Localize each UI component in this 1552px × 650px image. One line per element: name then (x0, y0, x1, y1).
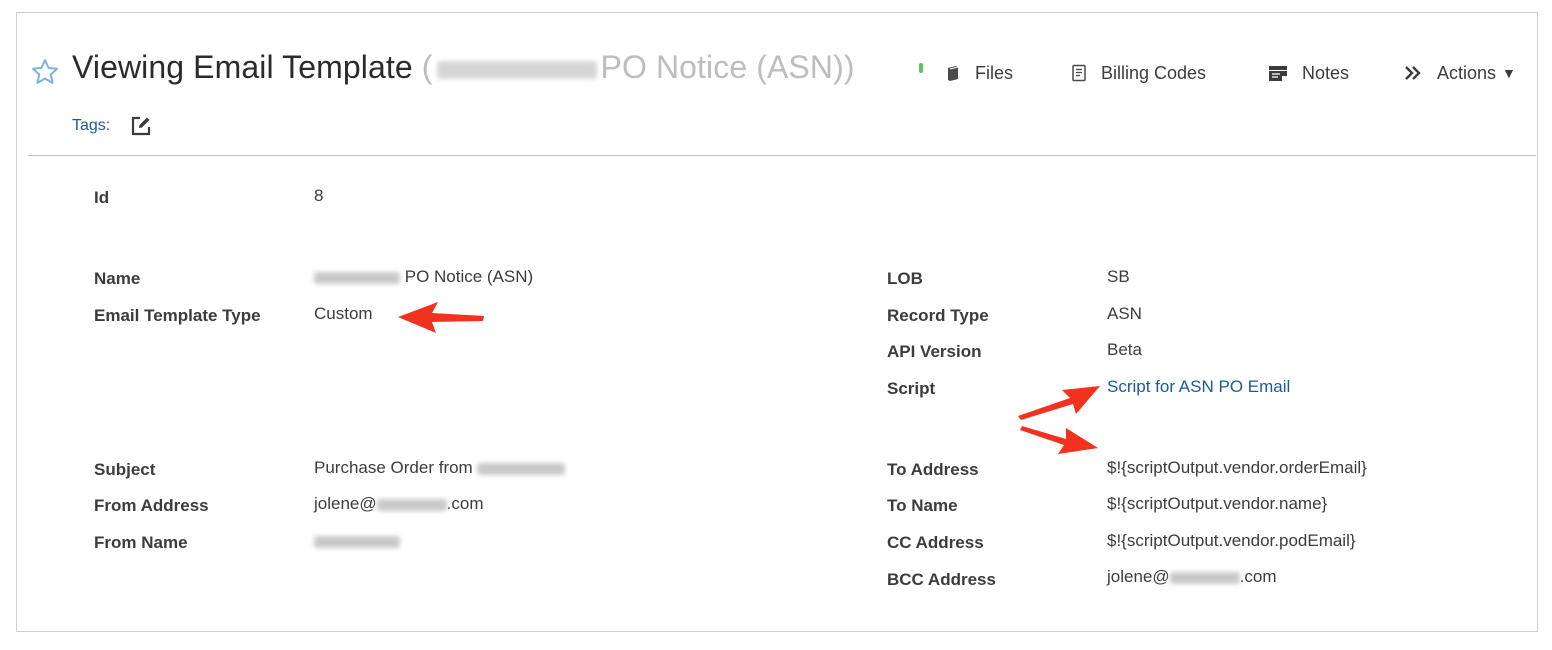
from-address-label: From Address (94, 496, 209, 515)
double-chevron-right-icon (1405, 66, 1421, 80)
name-label: Name (94, 269, 141, 288)
to-address-label: To Address (887, 460, 979, 479)
to-address-value: $!{scriptOutput.vendor.orderEmail} (1107, 458, 1367, 477)
from-name-label: From Name (94, 533, 188, 552)
template-type-label: Email Template Type (94, 306, 261, 325)
api-version-value: Beta (1107, 340, 1142, 359)
script-label: Script (887, 379, 936, 398)
cc-address-label: CC Address (887, 533, 984, 552)
name-value: PO Notice (ASN) (314, 267, 533, 287)
notes-button[interactable]: Notes (1268, 60, 1349, 86)
record-type-value: ASN (1107, 304, 1142, 323)
bcc-address-prefix: jolene@ (1107, 567, 1170, 586)
id-label: Id (94, 188, 110, 207)
billing-codes-label: Billing Codes (1101, 62, 1207, 83)
subtitle-open-paren: ( (421, 49, 433, 85)
page-subtitle: ( PO Notice (ASN)) (422, 49, 855, 85)
api-version-label: API Version (887, 342, 982, 361)
bcc-address-suffix: .com (1239, 567, 1277, 586)
notes-icon (1269, 66, 1287, 81)
redacted-text (376, 498, 447, 511)
redacted-text (314, 271, 400, 284)
page-title-text: Viewing Email Template (72, 49, 413, 85)
redacted-text (436, 60, 597, 79)
files-icon (948, 66, 959, 81)
page-title: Viewing Email Template ( PO Notice (ASN)) (72, 49, 855, 86)
to-name-label: To Name (887, 496, 958, 515)
star-outline-icon[interactable] (30, 57, 60, 87)
redacted-text (314, 535, 400, 548)
template-type-value: Custom (314, 304, 373, 323)
actions-label: Actions (1437, 62, 1497, 83)
subject-value-text: Purchase Order from (314, 458, 473, 477)
lob-value: SB (1107, 267, 1130, 286)
from-address-value: jolene@ .com (314, 494, 483, 514)
id-value: 8 (314, 186, 324, 205)
edit-icon[interactable] (130, 115, 152, 137)
bcc-address-value: jolene@ .com (1107, 567, 1276, 587)
status-indicator (919, 63, 923, 73)
subtitle-text: PO Notice (ASN)) (600, 49, 855, 85)
to-name-value: $!{scriptOutput.vendor.name} (1107, 494, 1328, 513)
lob-label: LOB (887, 269, 923, 288)
script-link[interactable]: Script for ASN PO Email (1107, 377, 1290, 397)
name-value-text: PO Notice (ASN) (404, 267, 534, 286)
header-divider (28, 155, 1536, 156)
tags-row: Tags: (72, 115, 152, 137)
from-name-value (314, 531, 400, 551)
billing-document-icon (1072, 64, 1086, 82)
record-type-label: Record Type (887, 306, 989, 325)
tags-label: Tags: (72, 117, 111, 134)
notes-label: Notes (1302, 62, 1350, 83)
bcc-address-label: BCC Address (887, 570, 996, 589)
files-label: Files (975, 62, 1014, 83)
from-address-suffix: .com (446, 494, 484, 513)
caret-down-icon: ▼ (1502, 65, 1516, 81)
files-button[interactable]: Files (945, 60, 1013, 86)
subject-value: Purchase Order from (314, 458, 566, 478)
cc-address-value: $!{scriptOutput.vendor.podEmail} (1107, 531, 1356, 550)
actions-dropdown[interactable]: Actions ▼ (1403, 60, 1516, 86)
from-address-prefix: jolene@ (314, 494, 377, 513)
redacted-text (1169, 571, 1240, 584)
subject-label: Subject (94, 460, 156, 479)
redacted-text (477, 462, 566, 475)
billing-codes-button[interactable]: Billing Codes (1071, 60, 1206, 86)
